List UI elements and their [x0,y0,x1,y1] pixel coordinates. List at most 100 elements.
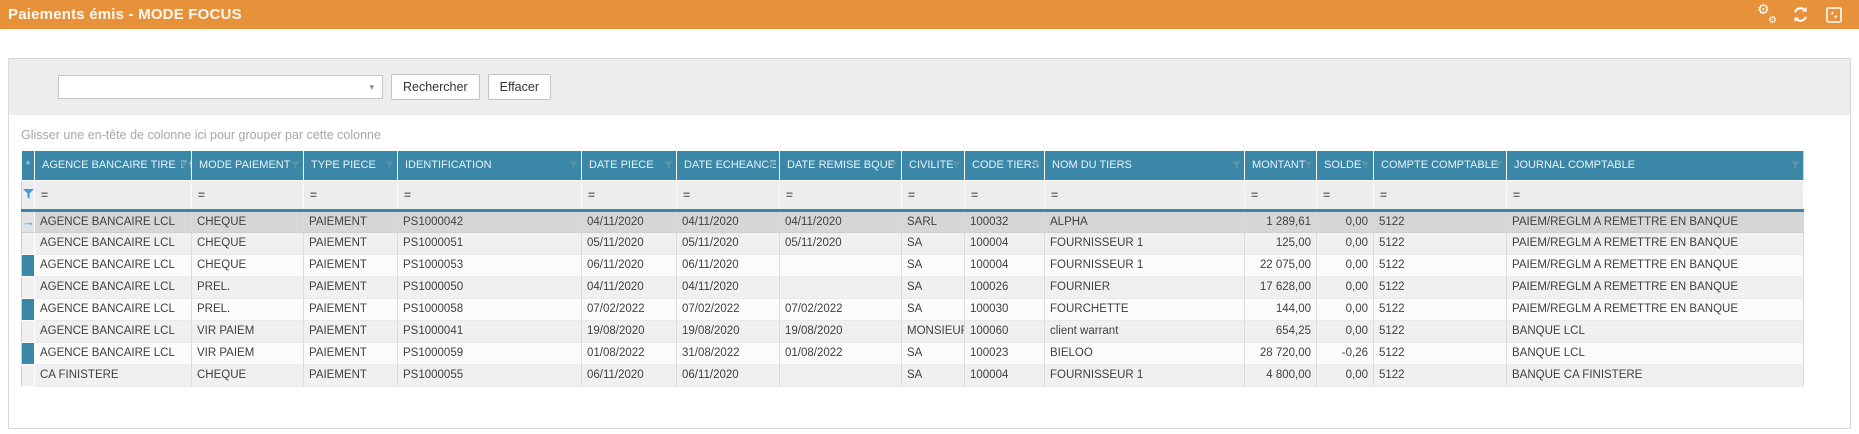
cell-nom-du-tiers[interactable]: BIELOO [1045,342,1245,364]
cell-date-echeance[interactable]: 05/11/2020 [677,232,780,254]
search-button[interactable]: Rechercher [391,74,480,100]
filter-cell-date-remise-bque[interactable]: = [780,180,902,210]
cell-civilite[interactable]: SA [902,364,965,386]
filter-icon[interactable] [179,161,188,173]
cell-date-echeance[interactable]: 31/08/2022 [677,342,780,364]
cell-solde[interactable]: 0,00 [1317,320,1374,342]
cell-compte-comptable[interactable]: 5122 [1374,254,1507,276]
row-indicator[interactable] [22,298,35,320]
cell-date-remise-bque[interactable]: 07/02/2022 [780,298,902,320]
filter-operator[interactable]: = [1380,188,1387,202]
filter-cell-agence-bancaire-tire[interactable]: = [35,180,192,210]
filter-icon[interactable] [1232,161,1241,173]
table-row[interactable]: AGENCE BANCAIRE LCLCHEQUEPAIEMENTPS10000… [22,254,1804,276]
cell-compte-comptable[interactable]: 5122 [1374,320,1507,342]
cell-type-piece[interactable]: PAIEMENT [304,342,398,364]
filter-icon[interactable] [952,161,961,173]
table-row[interactable]: AGENCE BANCAIRE LCLVIR PAIEMPAIEMENTPS10… [22,342,1804,364]
cell-journal-comptable[interactable]: PAIEM/REGLM A REMETTRE EN BANQUE [1507,232,1804,254]
filter-cell-date-piece[interactable]: = [582,180,677,210]
cell-agence-bancaire-tire[interactable]: AGENCE BANCAIRE LCL [35,232,192,254]
filter-icon[interactable] [889,161,898,173]
clear-button[interactable]: Effacer [488,74,551,100]
column-header-date-remise-bque[interactable]: DATE REMISE BQUE [780,151,902,180]
cell-journal-comptable[interactable]: PAIEM/REGLM A REMETTRE EN BANQUE [1507,298,1804,320]
cell-identification[interactable]: PS1000041 [398,320,582,342]
cell-date-piece[interactable]: 01/08/2022 [582,342,677,364]
cell-civilite[interactable]: SA [902,232,965,254]
cell-solde[interactable]: 0,00 [1317,364,1374,386]
cell-date-piece[interactable]: 07/02/2022 [582,298,677,320]
filter-operator[interactable]: = [1051,188,1058,202]
grid-corner-cell[interactable]: * [22,151,35,180]
filter-icon[interactable] [385,161,394,173]
cell-mode-paiement[interactable]: PREL. [192,276,304,298]
cell-journal-comptable[interactable]: BANQUE CA FINISTERE [1507,364,1804,386]
cell-date-remise-bque[interactable]: 04/11/2020 [780,210,902,232]
cell-date-echeance[interactable]: 06/11/2020 [677,254,780,276]
cell-agence-bancaire-tire[interactable]: AGENCE BANCAIRE LCL [35,276,192,298]
filter-cell-date-echeance[interactable]: = [677,180,780,210]
cell-agence-bancaire-tire[interactable]: AGENCE BANCAIRE LCL [35,320,192,342]
cell-date-piece[interactable]: 04/11/2020 [582,276,677,298]
settings-icon[interactable]: ⚙⚙ [1758,5,1777,24]
column-header-date-piece[interactable]: DATE PIECE [582,151,677,180]
filter-operator[interactable]: = [908,188,915,202]
cell-nom-du-tiers[interactable]: FOURNISSEUR 1 [1045,364,1245,386]
cell-identification[interactable]: PS1000051 [398,232,582,254]
filter-operator[interactable]: = [1323,188,1330,202]
cell-agence-bancaire-tire[interactable]: AGENCE BANCAIRE LCL [35,254,192,276]
cell-date-echeance[interactable]: 07/02/2022 [677,298,780,320]
cell-date-remise-bque[interactable] [780,254,902,276]
cell-journal-comptable[interactable]: PAIEM/REGLM A REMETTRE EN BANQUE [1507,254,1804,276]
cell-code-tiers[interactable]: 100023 [965,342,1045,364]
cell-date-piece[interactable]: 04/11/2020 [582,210,677,232]
filter-cell-identification[interactable]: = [398,180,582,210]
column-header-agence-bancaire-tire[interactable]: AGENCE BANCAIRE TIRE [35,151,192,180]
table-row[interactable]: AGENCE BANCAIRE LCLPREL.PAIEMENTPS100005… [22,298,1804,320]
cell-date-echeance[interactable]: 04/11/2020 [677,276,780,298]
cell-mode-paiement[interactable]: VIR PAIEM [192,320,304,342]
filter-cell-journal-comptable[interactable]: = [1507,180,1804,210]
filter-icon[interactable] [1304,161,1313,173]
cell-nom-du-tiers[interactable]: FOURNIER [1045,276,1245,298]
cell-type-piece[interactable]: PAIEMENT [304,210,398,232]
column-header-date-echeance[interactable]: DATE ECHEANCE [677,151,780,180]
filter-operator[interactable]: = [786,188,793,202]
cell-journal-comptable[interactable]: PAIEM/REGLM A REMETTRE EN BANQUE [1507,210,1804,232]
cell-code-tiers[interactable]: 100004 [965,254,1045,276]
cell-mode-paiement[interactable]: CHEQUE [192,364,304,386]
search-combobox[interactable]: ▾ [58,75,383,99]
cell-type-piece[interactable]: PAIEMENT [304,298,398,320]
column-header-nom-du-tiers[interactable]: NOM DU TIERS [1045,151,1245,180]
cell-compte-comptable[interactable]: 5122 [1374,364,1507,386]
cell-date-piece[interactable]: 05/11/2020 [582,232,677,254]
cell-date-remise-bque[interactable] [780,276,902,298]
column-header-compte-comptable[interactable]: COMPTE COMPTABLE [1374,151,1507,180]
cell-type-piece[interactable]: PAIEMENT [304,254,398,276]
table-row[interactable]: →AGENCE BANCAIRE LCLCHEQUEPAIEMENTPS1000… [22,210,1804,232]
cell-montant[interactable]: 1 289,61 [1245,210,1317,232]
cell-montant[interactable]: 4 800,00 [1245,364,1317,386]
cell-montant[interactable]: 22 075,00 [1245,254,1317,276]
table-row[interactable]: CA FINISTERECHEQUEPAIEMENTPS100005506/11… [22,364,1804,386]
cell-mode-paiement[interactable]: PREL. [192,298,304,320]
refresh-icon[interactable] [1791,5,1810,24]
cell-code-tiers[interactable]: 100032 [965,210,1045,232]
filter-cell-type-piece[interactable]: = [304,180,398,210]
filter-icon[interactable] [291,161,300,173]
cell-compte-comptable[interactable]: 5122 [1374,210,1507,232]
cell-code-tiers[interactable]: 100004 [965,232,1045,254]
column-header-solde[interactable]: SOLDE [1317,151,1374,180]
filter-operator[interactable]: = [310,188,317,202]
cell-civilite[interactable]: SA [902,276,965,298]
cell-date-echeance[interactable]: 04/11/2020 [677,210,780,232]
cell-type-piece[interactable]: PAIEMENT [304,232,398,254]
cell-date-piece[interactable]: 06/11/2020 [582,254,677,276]
filter-cell-compte-comptable[interactable]: = [1374,180,1507,210]
chevron-down-icon[interactable]: ▾ [369,82,382,93]
column-header-code-tiers[interactable]: CODE TIERS [965,151,1045,180]
cell-solde[interactable]: 0,00 [1317,276,1374,298]
cell-journal-comptable[interactable]: BANQUE LCL [1507,320,1804,342]
cell-solde[interactable]: 0,00 [1317,232,1374,254]
